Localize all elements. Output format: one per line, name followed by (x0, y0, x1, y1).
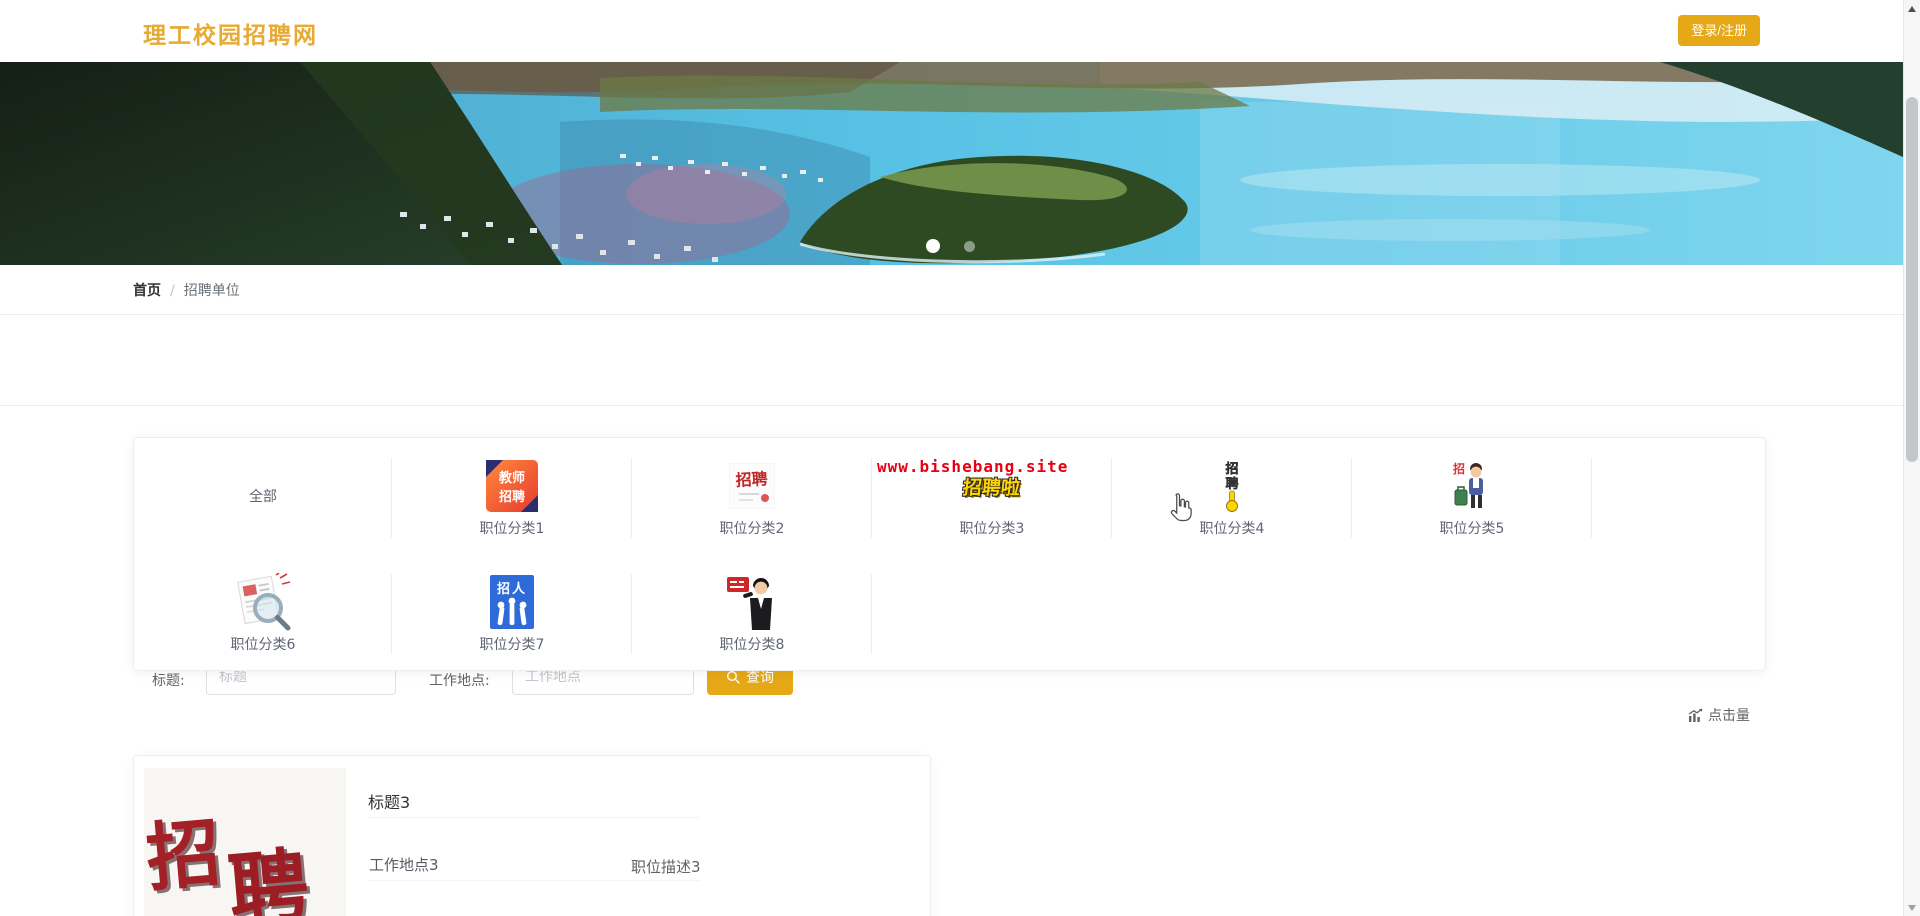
job-list-item[interactable]: 招 聘 标题3 工作地点3 职位描述3 (133, 755, 931, 916)
carousel-dot[interactable] (964, 241, 975, 252)
job-title: 标题3 (368, 793, 411, 812)
category-item-5[interactable]: 招 职位分类5 (1352, 438, 1592, 554)
search-form: 标题: 工作地点: 查询 (0, 315, 1903, 695)
category-label: 职位分类3 (959, 521, 1025, 537)
category-label: 职位分类4 (1199, 521, 1265, 537)
site-logo[interactable]: 理工校园招聘网 (143, 16, 318, 50)
banner-image (0, 62, 1903, 265)
divider (368, 880, 700, 881)
svg-text:招聘: 招聘 (499, 489, 525, 505)
location-label: 工作地点: (429, 673, 490, 689)
jobseeker-person-icon: 招 (1453, 461, 1483, 508)
svg-text:教师: 教师 (498, 470, 525, 486)
carousel-dot-active[interactable] (926, 239, 940, 253)
breadcrumb-home-link[interactable]: 首页 (133, 283, 161, 299)
svg-text:招人: 招人 (497, 581, 527, 597)
title-label: 标题: (152, 673, 185, 689)
red-zhaopin-stamp-icon: 招聘 (729, 463, 775, 509)
breadcrumb-separator: / (170, 282, 175, 299)
category-item-7[interactable]: 招人 职位分类7 (392, 554, 632, 670)
breadcrumb-current: 招聘单位 (183, 282, 240, 299)
hero-carousel (0, 62, 1903, 265)
sort-clicks-label: 点击量 (1708, 708, 1750, 724)
svg-text:招: 招 (1453, 461, 1465, 476)
suited-person-sign-icon (727, 577, 772, 630)
svg-text:聘: 聘 (1225, 476, 1238, 492)
job-thumbnail-zhaopin-image: 招 聘 (144, 768, 346, 916)
sort-by-clicks[interactable]: 点击量 (1688, 705, 1750, 725)
category-all[interactable]: 全部 (134, 438, 392, 554)
top-header: 理工校园招聘网 登录/注册 (0, 0, 1903, 62)
category-item-6[interactable]: 职位分类6 (134, 554, 392, 670)
breadcrumb-bar: 首页 / 招聘单位 (0, 265, 1903, 315)
job-location: 工作地点3 (369, 856, 439, 874)
category-item-2[interactable]: 招聘 职位分类2 (632, 438, 872, 554)
svg-text:招: 招 (1225, 461, 1238, 477)
divider (368, 817, 700, 818)
category-item-1[interactable]: 教师 招聘 职位分类1 (392, 438, 632, 554)
breadcrumb: 首页 / 招聘单位 (133, 280, 240, 300)
category-all-label: 全部 (249, 489, 277, 505)
scrollbar-thumb[interactable] (1906, 97, 1918, 462)
magnifier-paper-icon (237, 573, 291, 631)
site-watermark: www.bishebang.site (877, 457, 1069, 476)
blue-zhaoren-hands-icon: 招人 (490, 575, 534, 629)
category-item-3[interactable]: 招聘啦 职位分类3 (872, 438, 1112, 554)
scrollbar-down-arrow-icon[interactable] (1908, 905, 1916, 911)
category-label: 职位分类6 (230, 637, 296, 653)
scrollbar-up-arrow-icon[interactable] (1908, 6, 1916, 12)
yellow-zhaopinla-icon: 招聘啦 (962, 476, 1022, 499)
login-register-button[interactable]: 登录/注册 (1678, 15, 1760, 46)
search-icon (726, 670, 740, 684)
category-label: 职位分类2 (719, 521, 785, 537)
vertical-scrollbar[interactable] (1903, 0, 1920, 916)
vertical-zhaopin-hand-icon: 招 聘 (1225, 461, 1239, 512)
svg-text:招聘: 招聘 (735, 469, 768, 490)
job-description: 职位描述3 (631, 858, 701, 876)
category-label: 职位分类5 (1439, 521, 1505, 537)
page: 理工校园招聘网 登录/注册 首页 / 招聘单位 标题: 标题 工作地点: 工作地… (0, 0, 1920, 916)
category-label: 职位分类8 (719, 637, 785, 653)
clicks-chart-icon (1688, 708, 1703, 722)
teacher-recruit-badge-icon: 教师 招聘 (486, 460, 538, 512)
category-item-4[interactable]: 招 聘 职位分类4 (1112, 438, 1352, 554)
category-label: 职位分类1 (479, 521, 545, 537)
category-label: 职位分类7 (479, 637, 545, 653)
category-item-8[interactable]: 职位分类8 (632, 554, 872, 670)
